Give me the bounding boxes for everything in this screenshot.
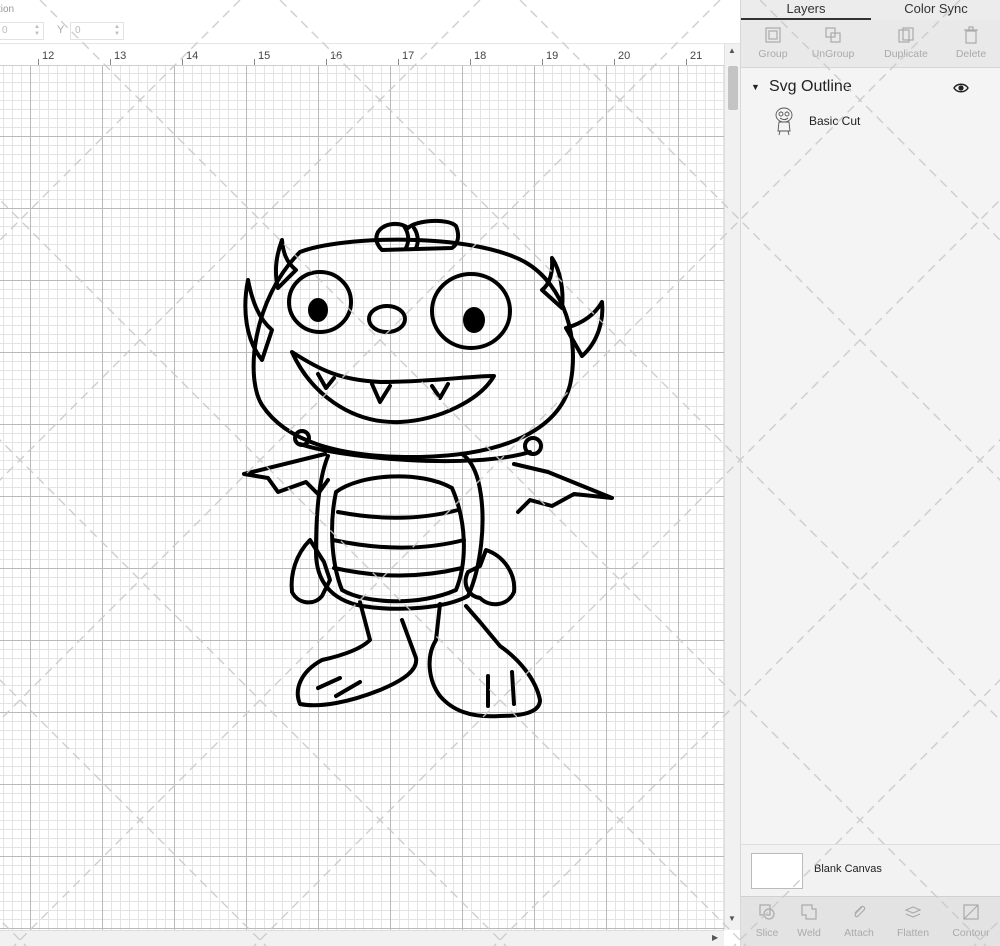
blank-canvas-row[interactable]: Blank Canvas — [741, 844, 1000, 896]
design-canvas[interactable] — [0, 66, 724, 930]
right-wing — [512, 462, 614, 514]
layer-group-row[interactable]: ▼ Svg Outline — [741, 76, 1000, 100]
slice-icon — [759, 904, 775, 920]
delete-button[interactable]: Delete — [939, 26, 1000, 66]
ungroup-label: UnGroup — [811, 48, 855, 60]
scroll-down-icon[interactable]: ▼ — [728, 914, 736, 923]
ruler-tick: 19 — [546, 50, 559, 62]
ruler-mark — [398, 59, 399, 65]
tab-color-sync[interactable]: Color Sync — [871, 0, 1000, 20]
left-arm — [289, 538, 332, 605]
contour-label: Contour — [952, 927, 990, 939]
group-icon — [765, 27, 781, 43]
left-wing — [242, 452, 330, 496]
flatten-label: Flatten — [896, 927, 930, 939]
ruler-mark — [110, 59, 111, 65]
attach-icon — [854, 905, 866, 918]
weld-icon — [801, 904, 817, 920]
horizontal-scrollbar[interactable]: ▶ — [0, 930, 724, 946]
x-position-value: 0 — [2, 25, 8, 36]
scroll-up-icon[interactable]: ▲ — [728, 46, 736, 55]
duplicate-button[interactable]: Duplicate — [874, 26, 938, 66]
ungroup-button[interactable]: UnGroup — [801, 26, 865, 66]
attach-button[interactable]: Attach — [833, 903, 885, 939]
right-leg — [427, 602, 542, 719]
y-stepper-icon[interactable]: ▲ ▼ — [114, 24, 120, 38]
ruler-tick: 12 — [42, 50, 55, 62]
layer-item[interactable]: Basic Cut — [741, 104, 1000, 138]
blank-canvas-swatch[interactable] — [751, 853, 803, 889]
ruler-tick: 13 — [114, 50, 127, 62]
ruler-tick: 15 — [258, 50, 271, 62]
x-stepper-icon[interactable]: ▲ ▼ — [34, 24, 40, 38]
design-space-app: tion 0 ▲▼ Y 0 ▲▼ 12 13 14 15 16 17 18 19… — [0, 0, 1000, 946]
eye-icon[interactable] — [953, 82, 969, 94]
ruler-mark — [38, 59, 39, 65]
ruler-tick: 20 — [618, 50, 631, 62]
monster-mouth — [290, 350, 496, 425]
layer-toolbar: Group UnGroup Duplicate Delete — [741, 20, 1000, 68]
ruler-tick: 14 — [186, 50, 199, 62]
position-label: tion — [0, 4, 15, 15]
group-button[interactable]: Group — [741, 26, 805, 66]
group-label: Group — [758, 48, 788, 60]
ruler-tick: 17 — [402, 50, 415, 62]
y-position-field[interactable]: 0 ▲ ▼ — [70, 22, 124, 40]
blank-canvas-label: Blank Canvas — [814, 863, 882, 875]
vertical-scroll-thumb[interactable] — [728, 66, 738, 110]
ruler-mark — [614, 59, 615, 65]
ruler-tick: 16 — [330, 50, 343, 62]
duplicate-icon — [898, 27, 914, 43]
scroll-right-icon[interactable]: ▶ — [712, 933, 718, 942]
contour-icon — [963, 904, 979, 920]
layer-thumbnail — [775, 107, 793, 136]
monster-head — [251, 237, 575, 460]
bottom-toolbar: Slice Weld Attach Flatten Contour — [741, 896, 1000, 946]
layer-group-name: Svg Outline — [769, 78, 852, 95]
flatten-button[interactable]: Flatten — [887, 903, 939, 939]
ruler-mark — [470, 59, 471, 65]
duplicate-label: Duplicate — [884, 48, 928, 60]
y-label: Y — [57, 24, 65, 36]
trash-icon — [964, 26, 978, 44]
layers-panel: Layers Color Sync Group UnGroup Duplicat… — [740, 0, 1000, 946]
vertical-scrollbar[interactable]: ▲ ▼ — [724, 44, 740, 930]
contour-button[interactable]: Contour — [945, 903, 997, 939]
layer-list: ▼ Svg Outline Basic Cut — [741, 68, 1000, 844]
layer-name: Basic Cut — [809, 114, 861, 128]
ruler-tick: 21 — [690, 50, 703, 62]
monster-belly — [330, 474, 466, 604]
ruler-mark — [326, 59, 327, 65]
ruler-mark — [686, 59, 687, 65]
delete-label: Delete — [955, 48, 987, 60]
ruler-mark — [254, 59, 255, 65]
ruler-mark — [182, 59, 183, 65]
ruler-tick: 18 — [474, 50, 487, 62]
monster-nose — [367, 304, 407, 334]
flatten-icon — [904, 906, 922, 918]
x-position-field[interactable]: 0 ▲ ▼ — [0, 22, 44, 40]
left-leg — [295, 600, 419, 708]
ruler-mark — [542, 59, 543, 65]
ungroup-icon — [825, 27, 841, 43]
monster-artwork[interactable] — [0, 66, 724, 930]
horizontal-ruler: 12 13 14 15 16 17 18 19 20 21 — [0, 44, 724, 66]
caret-down-icon[interactable]: ▼ — [751, 82, 760, 92]
y-position-value: 0 — [75, 25, 81, 36]
attach-label: Attach — [844, 927, 874, 939]
weld-label: Weld — [797, 927, 821, 939]
tab-layers[interactable]: Layers — [741, 0, 871, 20]
weld-button[interactable]: Weld — [783, 903, 835, 939]
edit-toolbar: tion 0 ▲▼ Y 0 ▲▼ — [0, 0, 740, 44]
panel-tabs: Layers Color Sync — [741, 0, 1000, 20]
